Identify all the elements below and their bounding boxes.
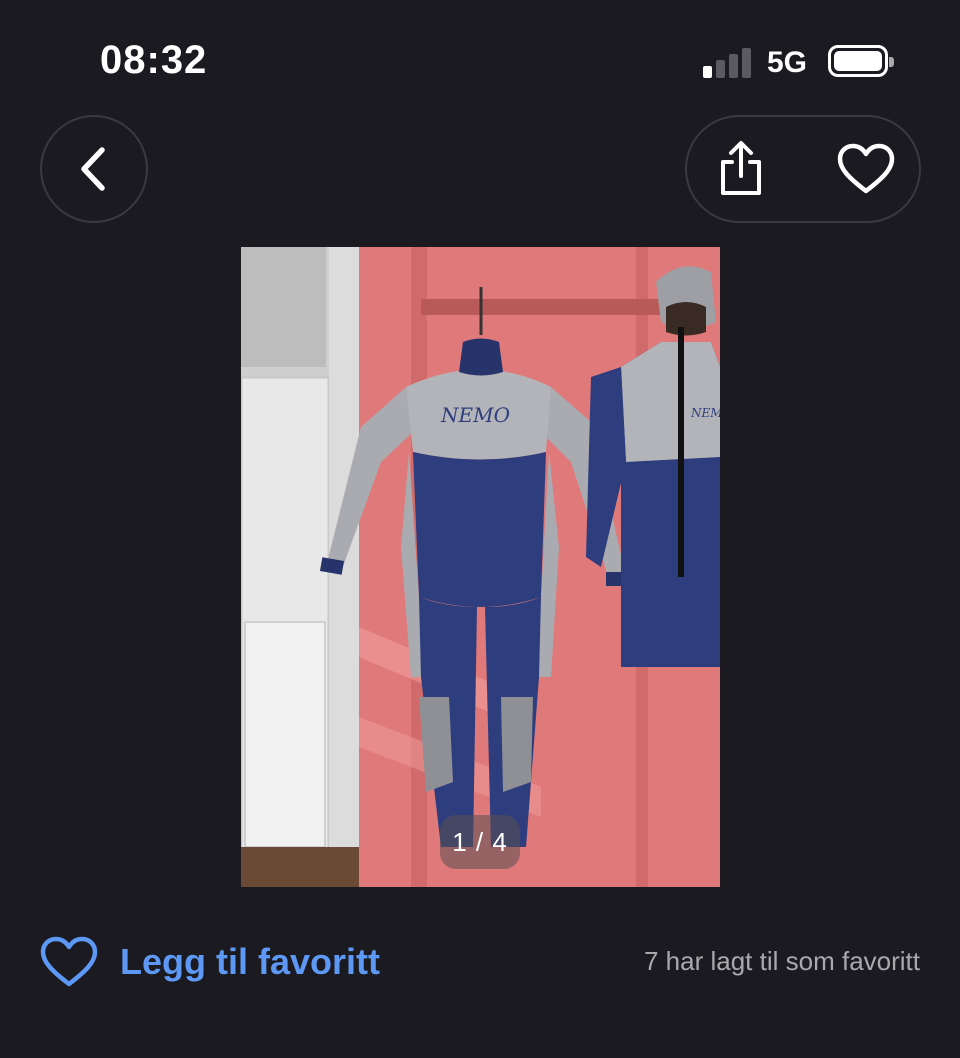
battery-icon bbox=[828, 45, 894, 77]
share-button[interactable] bbox=[711, 139, 771, 199]
signal-icon bbox=[703, 46, 751, 78]
chevron-left-icon bbox=[81, 147, 105, 191]
favorite-button[interactable] bbox=[833, 139, 899, 199]
svg-text:NEMO: NEMO bbox=[440, 403, 510, 427]
listing-screen: 08:32 5G NEMO NE 1 / 4 Legg til favoritt… bbox=[0, 0, 960, 1058]
wetsuit-photo: NEMO NEMO bbox=[241, 247, 720, 887]
battery-nub bbox=[889, 57, 894, 67]
favorite-count: 7 har lagt til som favoritt bbox=[644, 946, 920, 976]
signal-bar bbox=[742, 48, 751, 78]
top-actions bbox=[685, 115, 921, 223]
listing-photo[interactable]: NEMO NEMO bbox=[241, 247, 720, 887]
svg-text:NEMO: NEMO bbox=[690, 406, 720, 420]
back-button[interactable] bbox=[40, 115, 148, 223]
image-counter: 1 / 4 bbox=[440, 815, 520, 869]
battery-fill bbox=[834, 51, 882, 71]
heart-outline-icon bbox=[40, 936, 98, 987]
add-favorite-button[interactable]: Legg til favoritt bbox=[40, 930, 380, 994]
heart-outline-icon bbox=[837, 143, 895, 194]
signal-bar bbox=[703, 66, 712, 78]
network-type: 5G bbox=[767, 46, 808, 79]
share-icon bbox=[721, 141, 761, 195]
signal-bar bbox=[729, 54, 738, 78]
status-time: 08:32 bbox=[100, 38, 208, 82]
add-favorite-label: Legg til favoritt bbox=[120, 941, 380, 982]
signal-bar bbox=[716, 60, 725, 78]
status-bar: 08:32 5G bbox=[0, 0, 960, 120]
